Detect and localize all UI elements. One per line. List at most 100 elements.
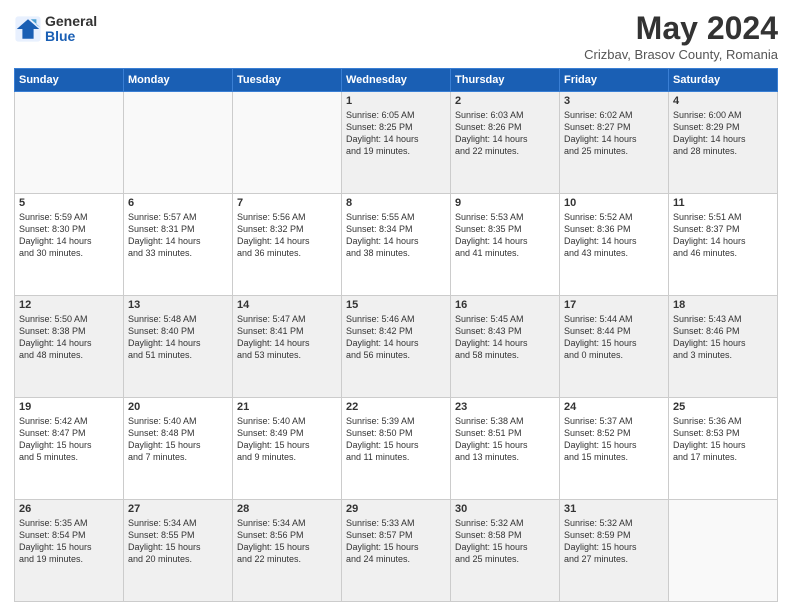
calendar-week-row: 26 Sunrise: 5:35 AM Sunset: 8:54 PM Dayli… [15, 500, 778, 602]
table-row: 25 Sunrise: 5:36 AM Sunset: 8:53 PM Dayli… [669, 398, 778, 500]
table-row [669, 500, 778, 602]
day-number: 20 [128, 401, 228, 413]
table-row: 29 Sunrise: 5:33 AM Sunset: 8:57 PM Dayli… [342, 500, 451, 602]
table-row: 1 Sunrise: 6:05 AM Sunset: 8:25 PM Daylig… [342, 92, 451, 194]
table-row: 30 Sunrise: 5:32 AM Sunset: 8:58 PM Dayli… [451, 500, 560, 602]
day-info: Sunrise: 5:52 AM Sunset: 8:36 PM Dayligh… [564, 211, 664, 260]
col-thursday: Thursday [451, 69, 560, 92]
table-row: 23Sunrise: 5:38 AM Sunset: 8:51 PM Dayli… [451, 398, 560, 500]
page: General Blue May 2024 Crizbav, Brasov Co… [0, 0, 792, 612]
table-row: 12Sunrise: 5:50 AM Sunset: 8:38 PM Dayli… [15, 296, 124, 398]
logo-blue-text: Blue [45, 29, 97, 44]
table-row [233, 92, 342, 194]
day-info: Sunrise: 6:00 AM Sunset: 8:29 PM Dayligh… [673, 109, 773, 158]
day-info: Sunrise: 5:33 AM Sunset: 8:57 PM Dayligh… [346, 517, 446, 566]
day-number: 12 [19, 299, 119, 311]
day-info: Sunrise: 5:32 AM Sunset: 8:59 PM Dayligh… [564, 517, 664, 566]
calendar-week-row: 12Sunrise: 5:50 AM Sunset: 8:38 PM Dayli… [15, 296, 778, 398]
table-row [124, 92, 233, 194]
table-row: 28 Sunrise: 5:34 AM Sunset: 8:56 PM Dayli… [233, 500, 342, 602]
table-row [15, 92, 124, 194]
day-info: Sunrise: 5:45 AM Sunset: 8:43 PM Dayligh… [455, 313, 555, 362]
day-info: Sunrise: 5:40 AM Sunset: 8:48 PM Dayligh… [128, 415, 228, 464]
day-info: Sunrise: 5:32 AM Sunset: 8:58 PM Dayligh… [455, 517, 555, 566]
table-row: 11 Sunrise: 5:51 AM Sunset: 8:37 PM Dayli… [669, 194, 778, 296]
day-number: 21 [237, 401, 337, 413]
table-row: 13Sunrise: 5:48 AM Sunset: 8:40 PM Dayli… [124, 296, 233, 398]
day-number: 15 [346, 299, 446, 311]
table-row: 4 Sunrise: 6:00 AM Sunset: 8:29 PM Daylig… [669, 92, 778, 194]
day-number: 25 [673, 401, 773, 413]
table-row: 2Sunrise: 6:03 AM Sunset: 8:26 PM Daylig… [451, 92, 560, 194]
day-number: 14 [237, 299, 337, 311]
calendar-header-row: Sunday Monday Tuesday Wednesday Thursday… [15, 69, 778, 92]
day-info: Sunrise: 5:47 AM Sunset: 8:41 PM Dayligh… [237, 313, 337, 362]
calendar-table: Sunday Monday Tuesday Wednesday Thursday… [14, 68, 778, 602]
day-info: Sunrise: 5:57 AM Sunset: 8:31 PM Dayligh… [128, 211, 228, 260]
day-info: Sunrise: 5:46 AM Sunset: 8:42 PM Dayligh… [346, 313, 446, 362]
table-row: 19 Sunrise: 5:42 AM Sunset: 8:47 PM Dayli… [15, 398, 124, 500]
table-row: 31Sunrise: 5:32 AM Sunset: 8:59 PM Dayli… [560, 500, 669, 602]
day-number: 28 [237, 503, 337, 515]
day-info: Sunrise: 5:38 AM Sunset: 8:51 PM Dayligh… [455, 415, 555, 464]
table-row: 26 Sunrise: 5:35 AM Sunset: 8:54 PM Dayli… [15, 500, 124, 602]
table-row: 20 Sunrise: 5:40 AM Sunset: 8:48 PM Dayli… [124, 398, 233, 500]
day-info: Sunrise: 5:56 AM Sunset: 8:32 PM Dayligh… [237, 211, 337, 260]
day-number: 27 [128, 503, 228, 515]
table-row: 17Sunrise: 5:44 AM Sunset: 8:44 PM Dayli… [560, 296, 669, 398]
table-row: 6Sunrise: 5:57 AM Sunset: 8:31 PM Daylig… [124, 194, 233, 296]
col-wednesday: Wednesday [342, 69, 451, 92]
table-row: 9Sunrise: 5:53 AM Sunset: 8:35 PM Daylig… [451, 194, 560, 296]
table-row: 27 Sunrise: 5:34 AM Sunset: 8:55 PM Dayli… [124, 500, 233, 602]
day-info: Sunrise: 5:36 AM Sunset: 8:53 PM Dayligh… [673, 415, 773, 464]
day-info: Sunrise: 5:39 AM Sunset: 8:50 PM Dayligh… [346, 415, 446, 464]
day-number: 29 [346, 503, 446, 515]
day-number: 2 [455, 95, 555, 107]
day-info: Sunrise: 5:37 AM Sunset: 8:52 PM Dayligh… [564, 415, 664, 464]
calendar-week-row: 1 Sunrise: 6:05 AM Sunset: 8:25 PM Daylig… [15, 92, 778, 194]
day-number: 1 [346, 95, 446, 107]
table-row: 16 Sunrise: 5:45 AM Sunset: 8:43 PM Dayli… [451, 296, 560, 398]
day-info: Sunrise: 5:48 AM Sunset: 8:40 PM Dayligh… [128, 313, 228, 362]
day-info: Sunrise: 5:42 AM Sunset: 8:47 PM Dayligh… [19, 415, 119, 464]
table-row: 5 Sunrise: 5:59 AM Sunset: 8:30 PM Daylig… [15, 194, 124, 296]
logo-icon [14, 15, 42, 43]
day-info: Sunrise: 5:59 AM Sunset: 8:30 PM Dayligh… [19, 211, 119, 260]
table-row: 21Sunrise: 5:40 AM Sunset: 8:49 PM Dayli… [233, 398, 342, 500]
col-sunday: Sunday [15, 69, 124, 92]
calendar-week-row: 5 Sunrise: 5:59 AM Sunset: 8:30 PM Daylig… [15, 194, 778, 296]
day-number: 4 [673, 95, 773, 107]
day-info: Sunrise: 5:35 AM Sunset: 8:54 PM Dayligh… [19, 517, 119, 566]
day-number: 16 [455, 299, 555, 311]
day-info: Sunrise: 5:34 AM Sunset: 8:56 PM Dayligh… [237, 517, 337, 566]
logo-general-text: General [45, 14, 97, 29]
day-number: 22 [346, 401, 446, 413]
day-number: 24 [564, 401, 664, 413]
day-info: Sunrise: 5:51 AM Sunset: 8:37 PM Dayligh… [673, 211, 773, 260]
table-row: 10Sunrise: 5:52 AM Sunset: 8:36 PM Dayli… [560, 194, 669, 296]
table-row: 14 Sunrise: 5:47 AM Sunset: 8:41 PM Dayli… [233, 296, 342, 398]
subtitle: Crizbav, Brasov County, Romania [584, 47, 778, 62]
day-number: 5 [19, 197, 119, 209]
day-number: 30 [455, 503, 555, 515]
table-row: 8Sunrise: 5:55 AM Sunset: 8:34 PM Daylig… [342, 194, 451, 296]
day-number: 8 [346, 197, 446, 209]
table-row: 15 Sunrise: 5:46 AM Sunset: 8:42 PM Dayli… [342, 296, 451, 398]
day-number: 9 [455, 197, 555, 209]
table-row: 7Sunrise: 5:56 AM Sunset: 8:32 PM Daylig… [233, 194, 342, 296]
logo: General Blue [14, 14, 97, 45]
col-saturday: Saturday [669, 69, 778, 92]
day-number: 11 [673, 197, 773, 209]
table-row: 18Sunrise: 5:43 AM Sunset: 8:46 PM Dayli… [669, 296, 778, 398]
day-info: Sunrise: 5:43 AM Sunset: 8:46 PM Dayligh… [673, 313, 773, 362]
title-block: May 2024 Crizbav, Brasov County, Romania [584, 10, 778, 62]
table-row: 22 Sunrise: 5:39 AM Sunset: 8:50 PM Dayli… [342, 398, 451, 500]
calendar-week-row: 19 Sunrise: 5:42 AM Sunset: 8:47 PM Dayli… [15, 398, 778, 500]
day-number: 19 [19, 401, 119, 413]
logo-text: General Blue [45, 14, 97, 45]
day-info: Sunrise: 5:34 AM Sunset: 8:55 PM Dayligh… [128, 517, 228, 566]
header: General Blue May 2024 Crizbav, Brasov Co… [14, 10, 778, 62]
day-number: 26 [19, 503, 119, 515]
day-number: 3 [564, 95, 664, 107]
day-info: Sunrise: 6:05 AM Sunset: 8:25 PM Dayligh… [346, 109, 446, 158]
